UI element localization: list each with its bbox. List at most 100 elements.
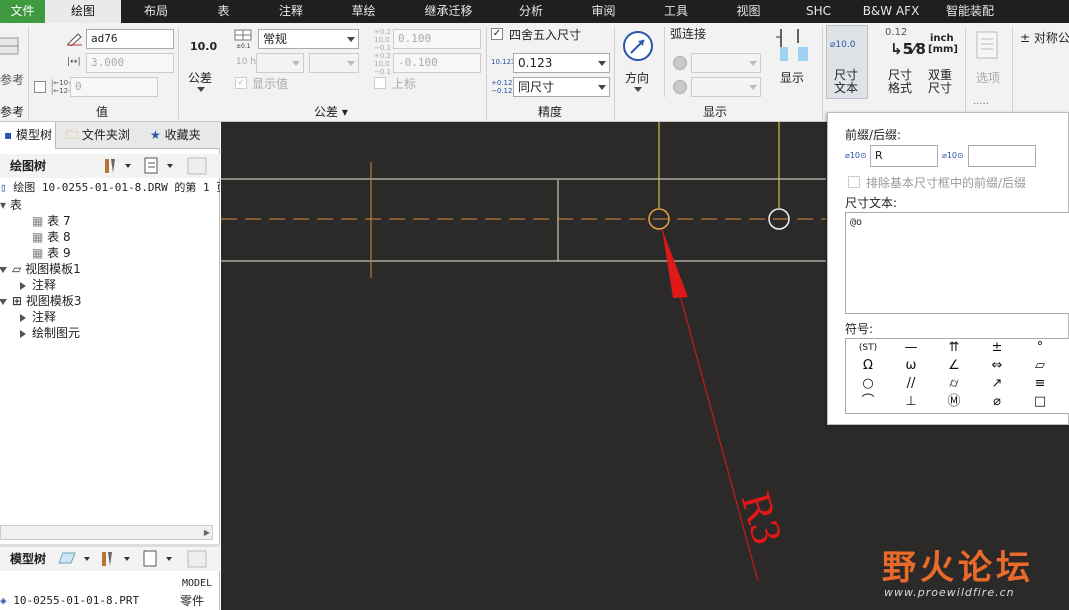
degree-symbol[interactable]: ° <box>1020 339 1060 357</box>
chevron-down-icon <box>598 61 606 66</box>
reference-icon[interactable] <box>0 35 20 59</box>
tree-toolbar <box>105 157 207 175</box>
more-icon[interactable]: ····· <box>973 99 989 110</box>
symmetry-arrow-symbol[interactable]: ⇔ <box>977 357 1017 375</box>
tolerance-mode-select[interactable]: 常规 <box>258 29 359 49</box>
circularity-symbol[interactable]: ○ <box>848 375 888 393</box>
runout-symbol[interactable]: ↗ <box>977 375 1017 393</box>
tolerance-decimal-select[interactable]: 同尺寸 <box>513 77 610 97</box>
tab-model-tree-label: 模型树 <box>15 128 52 142</box>
round-dimension-checkbox[interactable]: ✓ <box>491 28 503 40</box>
menu-shc[interactable]: SHC <box>786 0 851 23</box>
menu-smart-assembly[interactable]: 智能装配 <box>931 0 1009 23</box>
dimension-format-label[interactable]: 尺寸 格式 <box>888 69 912 95</box>
omega-symbol[interactable]: ω <box>891 357 931 375</box>
menu-tools[interactable]: 工具 <box>641 0 711 23</box>
plus-minus-symbol[interactable]: ± <box>977 339 1017 357</box>
dual-dimension-label[interactable]: 双重 尺寸 <box>928 69 952 95</box>
dual-dimension-icon-inch: inch <box>930 33 954 44</box>
reference-button-label[interactable]: 参考 <box>0 71 24 88</box>
menu-table[interactable]: 表 <box>191 0 256 23</box>
tree-node-table-7[interactable]: ▦ 表 7 <box>32 213 71 229</box>
tab-folder-browser[interactable]: 🗀 文件夹浏 <box>62 122 140 149</box>
tolerance-grade-select[interactable] <box>309 53 359 73</box>
tree-node-draft-entities[interactable]: 绘制图元 <box>20 325 80 341</box>
arc-style-select[interactable] <box>691 53 761 73</box>
tree-node-annotations-1[interactable]: 注释 <box>20 277 56 293</box>
menu-view[interactable]: 视图 <box>711 0 786 23</box>
tree-node-table-8[interactable]: ▦ 表 8 <box>32 229 71 245</box>
menu-layout[interactable]: 布局 <box>121 0 191 23</box>
tree-node-view-template-1[interactable]: ▱ 视图模板1 <box>0 261 81 277</box>
tab-favorites[interactable]: ★ 收藏夹 <box>146 122 220 149</box>
symmetry-symbol[interactable]: ≡ <box>1020 375 1060 393</box>
diameter-symbol[interactable]: ⌀ <box>977 393 1017 411</box>
lower-tolerance-field[interactable]: -0.100 <box>393 53 481 73</box>
model-tree-icon: ▪ <box>4 128 13 142</box>
menu-sketch[interactable]: 草绘 <box>326 0 401 23</box>
menu-legacy-migration[interactable]: 继承迁移 <box>401 0 496 23</box>
scroll-right-icon[interactable]: ▶ <box>204 528 210 537</box>
tolerance-dropdown-icon[interactable] <box>197 87 205 92</box>
upper-tolerance-field[interactable]: 0.100 <box>393 29 481 49</box>
exclude-prefix-suffix-checkbox[interactable] <box>848 176 860 188</box>
menu-bw-afx[interactable]: B&W AFX <box>851 0 931 23</box>
cylindricity-symbol[interactable]: ⌭ <box>934 375 974 393</box>
superscript-label: 上标 <box>392 77 417 91</box>
tree-node-tables[interactable]: ▾ 表 <box>0 197 22 213</box>
flatness-symbol[interactable]: ▱ <box>1020 357 1060 375</box>
dimension-name-field[interactable]: ad76 <box>86 29 174 49</box>
dimension-text[interactable]: R3 <box>732 487 789 550</box>
symmetric-tolerance-button[interactable]: ± 对称公 <box>1020 29 1069 46</box>
tree-node-view-template-3[interactable]: ⊞ 视图模板3 <box>0 293 82 309</box>
separator <box>822 27 823 119</box>
horizontal-scrollbar[interactable]: ▶ <box>0 525 213 540</box>
menu-analysis[interactable]: 分析 <box>496 0 566 23</box>
tolerance-group-label[interactable]: 公差 ▾ <box>314 103 348 120</box>
display-icon[interactable] <box>774 27 810 67</box>
nominal-value-field[interactable]: 3.000 <box>86 53 174 73</box>
display-button-label[interactable]: 显示 <box>780 69 804 86</box>
tolerance-class-select[interactable] <box>256 53 304 73</box>
perpendicularity-symbol[interactable]: ⊥ <box>891 393 931 411</box>
options-icon[interactable] <box>976 31 1000 61</box>
direction-icon[interactable] <box>622 30 654 62</box>
decimal-places-select[interactable]: 0.123 <box>513 53 610 73</box>
tree-node-drawing[interactable]: ▯ 绘图 10-0255-01-01-8.DRW 的第 1 页 <box>0 180 220 196</box>
override-value-checkbox[interactable] <box>34 81 46 93</box>
options-label[interactable]: 选项 <box>976 69 1000 86</box>
show-value-checkbox[interactable]: ✓ <box>235 77 247 89</box>
profile-line-symbol[interactable]: ⌒ <box>848 393 888 411</box>
tab-model-tree[interactable]: ▪ 模型树 <box>0 122 56 149</box>
menu-drawing[interactable]: 绘图 <box>45 0 121 23</box>
prefix-field[interactable]: R <box>870 145 938 167</box>
override-value-field[interactable]: 0 <box>70 77 158 97</box>
arc-style-icon <box>673 56 687 70</box>
tolerance-button[interactable]: 公差 <box>188 69 212 86</box>
statistical-tolerance-symbol[interactable]: (ST) <box>848 339 888 357</box>
direction-button-label[interactable]: 方向 <box>625 69 649 86</box>
superscript-checkbox[interactable] <box>374 77 386 89</box>
separator <box>486 27 487 119</box>
menu-review[interactable]: 审阅 <box>566 0 641 23</box>
angularity-symbol[interactable]: ∠ <box>934 357 974 375</box>
model-tree-item-part[interactable]: ◈ 10-0255-01-01-8.PRT <box>0 593 139 609</box>
menu-file[interactable]: 文件 <box>0 0 45 23</box>
parallelism-symbol[interactable]: // <box>891 375 931 393</box>
mmc-symbol[interactable]: Ⓜ <box>934 393 974 411</box>
square-symbol[interactable]: □ <box>1020 393 1060 411</box>
tree-node-annotations-3[interactable]: 注释 <box>20 309 56 325</box>
direction-dropdown-icon[interactable] <box>634 87 642 92</box>
show-icon <box>58 552 76 564</box>
tree-node-table-9[interactable]: ▦ 表 9 <box>32 245 71 261</box>
tree-node-draft-entities-label: 绘制图元 <box>32 326 81 340</box>
ohm-symbol[interactable]: Ω <box>848 357 888 375</box>
suffix-field[interactable] <box>968 145 1036 167</box>
dimension-text-area[interactable]: @o <box>845 212 1069 314</box>
menu-annotate[interactable]: 注释 <box>256 0 326 23</box>
settings-icon <box>105 159 115 173</box>
total-runout-symbol[interactable]: ⇈ <box>934 339 974 357</box>
arrow-style-select[interactable] <box>691 77 761 97</box>
straightness-symbol[interactable]: — <box>891 339 931 357</box>
svg-text:±0.1: ±0.1 <box>236 43 251 49</box>
